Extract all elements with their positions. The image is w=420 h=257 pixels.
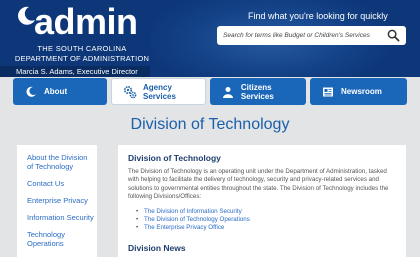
- tab-agency-services[interactable]: Agency Services: [111, 78, 206, 105]
- search-input[interactable]: [223, 26, 373, 45]
- person-icon: [221, 85, 235, 99]
- tab-newsroom-label: Newsroom: [341, 87, 382, 96]
- logo-wordmark[interactable]: admin: [34, 2, 138, 42]
- site-header: admin THE SOUTH CAROLINA DEPARTMENT OF A…: [0, 0, 420, 77]
- link-information-security[interactable]: The Division of Information Security: [136, 208, 250, 216]
- search-box: [217, 26, 406, 45]
- newspaper-icon: [321, 85, 335, 99]
- content-heading: Division of Technology: [128, 153, 221, 163]
- link-enterprise-privacy-office[interactable]: The Enterprise Privacy Office: [136, 224, 250, 232]
- main-content: Division of Technology The Division of T…: [118, 145, 406, 257]
- search-prompt: Find what you're looking for quickly: [248, 11, 388, 21]
- sidebar: About the Division of Technology Contact…: [17, 145, 97, 257]
- tab-about[interactable]: About: [13, 78, 107, 105]
- sidebar-item-contact-us[interactable]: Contact Us: [27, 179, 95, 188]
- sidebar-item-enterprise-privacy[interactable]: Enterprise Privacy: [27, 196, 95, 205]
- division-links: The Division of Information Security The…: [136, 208, 250, 233]
- tab-newsroom[interactable]: Newsroom: [310, 78, 407, 105]
- director-name: Marcia S. Adams, Executive Director: [0, 66, 150, 77]
- tab-about-label: About: [44, 87, 68, 96]
- logo-subtitle-2: DEPARTMENT OF ADMINISTRATION: [14, 54, 150, 63]
- division-news-heading: Division News: [128, 243, 186, 253]
- page-title: Division of Technology: [130, 116, 290, 133]
- moon-icon: [24, 85, 38, 99]
- link-technology-operations[interactable]: The Division of Technology Operations: [136, 216, 250, 224]
- magnifier-icon[interactable]: [387, 29, 400, 42]
- tab-citizens-services[interactable]: Citizens Services: [210, 78, 306, 105]
- logo-subtitle-1: THE SOUTH CAROLINA: [37, 44, 127, 53]
- gears-icon: [123, 85, 137, 99]
- content-paragraph: The Division of Technology is an operati…: [128, 168, 389, 200]
- tab-agency-services-label: Agency Services: [143, 82, 176, 101]
- sidebar-item-about-division[interactable]: About the Division of Technology: [27, 153, 95, 171]
- sidebar-item-information-security[interactable]: Information Security: [27, 213, 95, 222]
- tab-citizens-services-label: Citizens Services: [240, 82, 274, 101]
- sidebar-item-technology-operations[interactable]: Technology Operations: [27, 230, 95, 248]
- main-nav: About Agency Services Citizens Services …: [0, 77, 420, 106]
